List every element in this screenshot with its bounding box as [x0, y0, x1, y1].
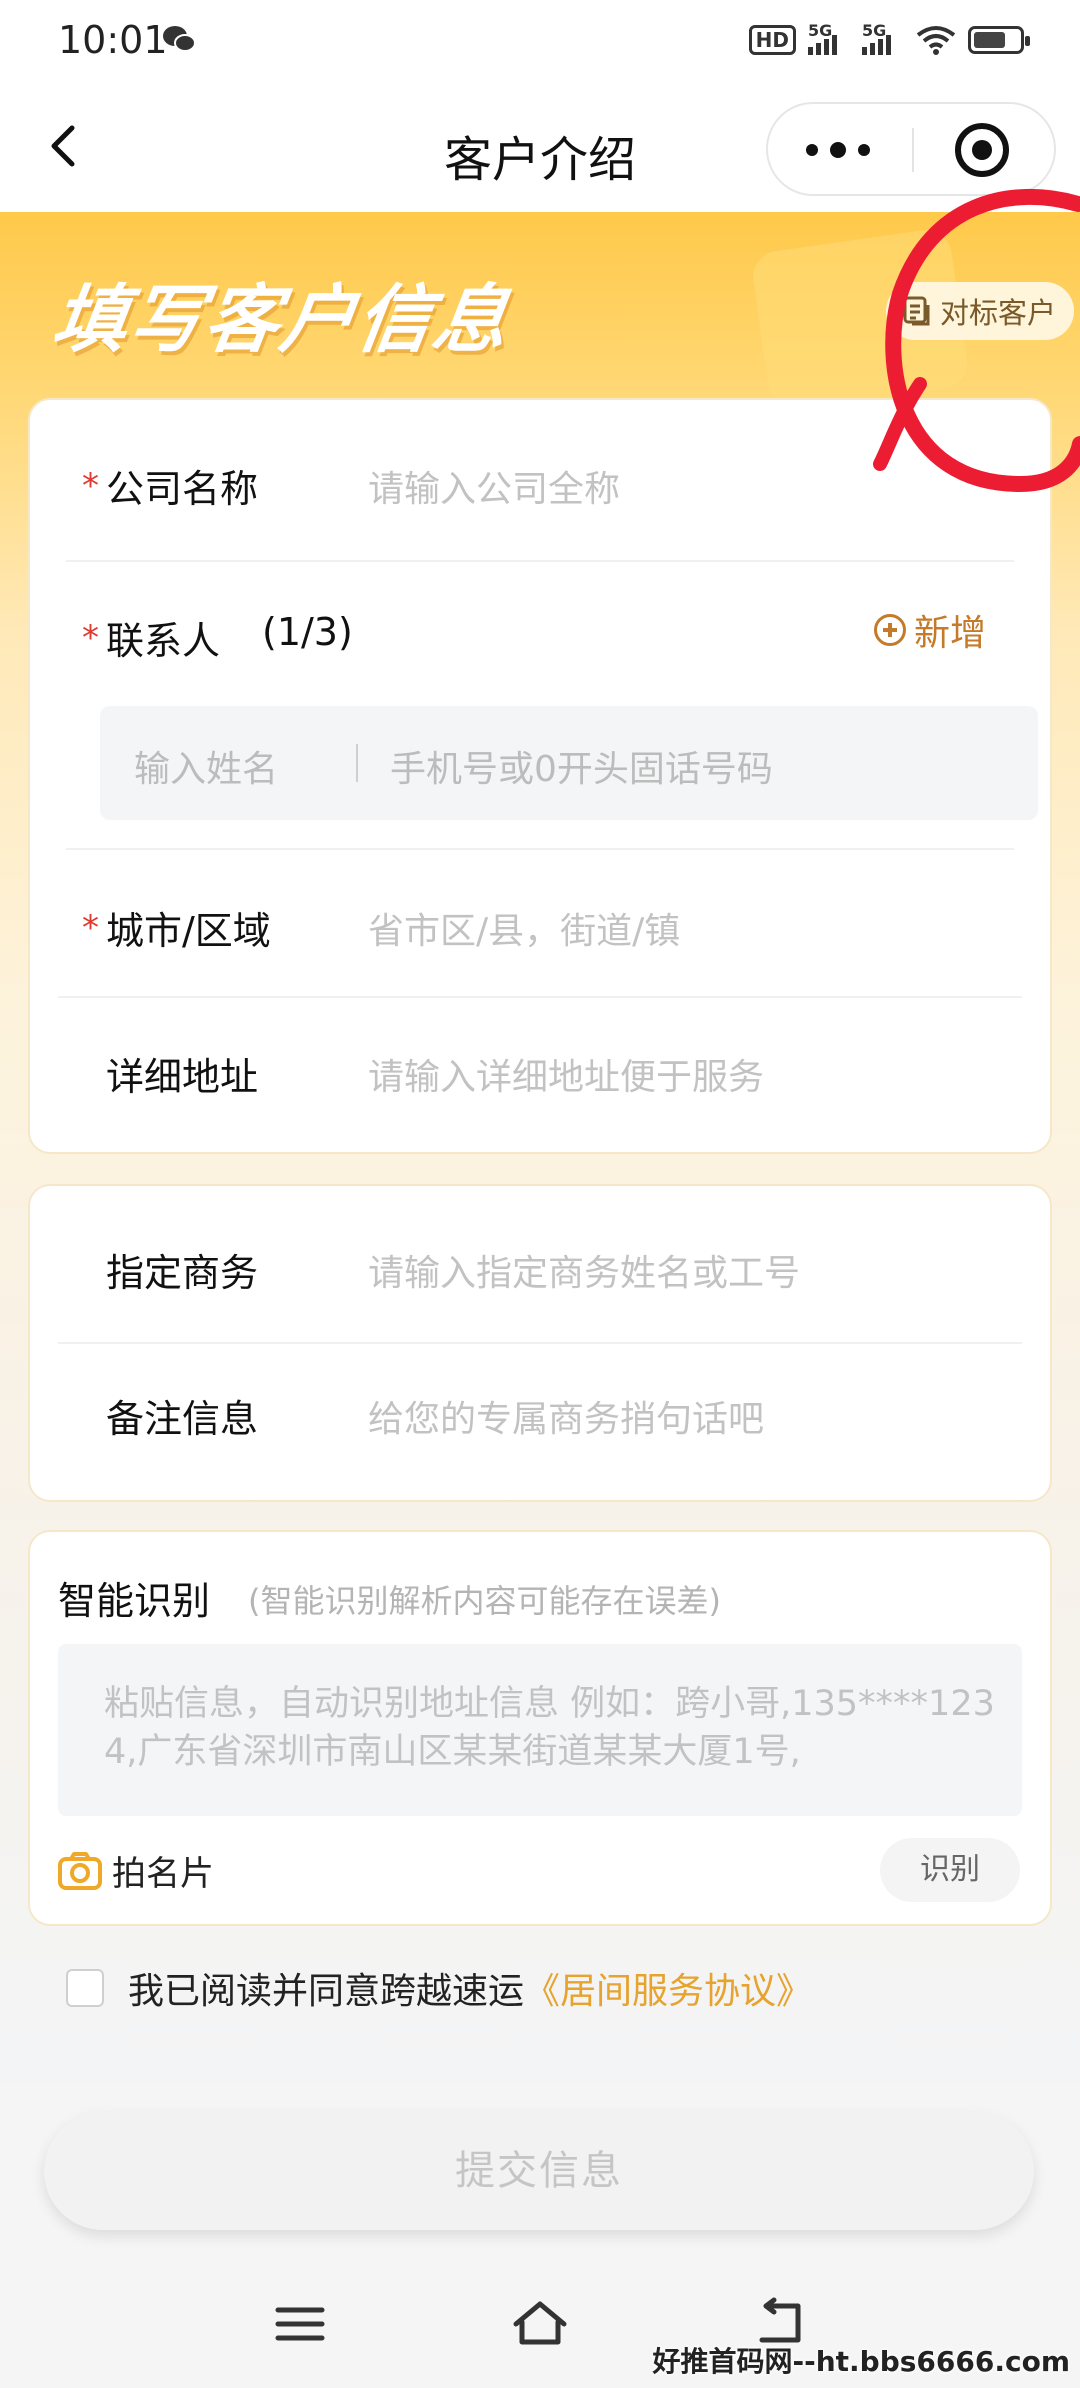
hd-badge: HD	[748, 25, 796, 55]
bottom-bar: 提交信息	[0, 2082, 1080, 2262]
status-icons: HD 5G 5G	[748, 20, 1030, 60]
scan-business-card-label: 拍名片	[112, 1854, 214, 1894]
submit-button[interactable]: 提交信息	[44, 2112, 1034, 2230]
address-input[interactable]: 请输入详细地址便于服务	[368, 1048, 764, 1100]
mini-program-capsule	[766, 102, 1056, 196]
business-row[interactable]: 指定商务 请输入指定商务姓名或工号	[30, 1186, 1054, 1342]
battery-icon	[968, 26, 1030, 54]
agreement-text-wrap: 我已阅读并同意跨越速运《居间服务协议》	[128, 1962, 812, 2014]
contact-input-divider	[356, 744, 358, 782]
contact-input-box: 输入姓名 手机号或0开头固话号码	[100, 706, 1038, 820]
business-input[interactable]: 请输入指定商务姓名或工号	[368, 1244, 800, 1296]
company-label: 公司名称	[106, 467, 259, 511]
company-input[interactable]: 请输入公司全称	[368, 460, 620, 512]
menu-icon[interactable]	[272, 2296, 328, 2352]
city-row[interactable]: * 城市/区域 省市区/县，街道/镇	[30, 850, 1054, 996]
network-label: 5G	[862, 21, 887, 40]
business-card: 指定商务 请输入指定商务姓名或工号 备注信息 给您的专属商务捎句话吧	[28, 1184, 1052, 1502]
close-target-icon[interactable]	[914, 104, 1058, 194]
remark-label: 备注信息	[106, 1397, 259, 1441]
add-contact-label: 新增	[913, 613, 986, 654]
battery-level	[974, 32, 1005, 48]
add-contact-button[interactable]: 新增	[873, 604, 986, 656]
smart-recognition-hint: (智能识别解析内容可能存在误差)	[248, 1582, 721, 1620]
plus-circle-icon	[873, 614, 906, 646]
required-mark: *	[82, 466, 99, 506]
city-label: 城市/区域	[106, 909, 271, 953]
contact-label: 联系人	[106, 619, 221, 663]
banner-title: 填写客户信息	[47, 277, 516, 363]
address-label: 详细地址	[106, 1055, 259, 1099]
business-label: 指定商务	[106, 1251, 259, 1295]
status-time: 10:01	[58, 18, 168, 62]
contact-phone-input[interactable]: 手机号或0开头固话号码	[390, 740, 773, 792]
city-input[interactable]: 省市区/县，街道/镇	[368, 902, 680, 954]
recognize-button[interactable]: 识别	[880, 1838, 1020, 1902]
watermark: 好推首码网--ht.bbs6666.com	[652, 2345, 1070, 2378]
smart-recognition-title: 智能识别	[58, 1579, 211, 1623]
screen: 10:01 HD 5G 5G 客户介绍 填写客户信息 对标客户 * 公司名称 请…	[0, 0, 1080, 2388]
signal-icon: 5G	[862, 21, 904, 55]
contact-count: (1/3)	[262, 610, 353, 654]
required-mark: *	[82, 618, 99, 658]
agreement-link[interactable]: 《居间服务协议》	[524, 1971, 812, 2012]
paste-textarea[interactable]: 粘贴信息，自动识别地址信息 例如：跨小哥,135****1234,广东省深圳市南…	[58, 1644, 1022, 1816]
remark-input[interactable]: 给您的专属商务捎句话吧	[368, 1390, 764, 1442]
wifi-icon	[916, 26, 956, 55]
signal-icon: 5G	[808, 21, 850, 55]
more-icon[interactable]	[768, 104, 912, 194]
agreement-text: 我已阅读并同意跨越速运	[128, 1971, 525, 2012]
scan-business-card-button[interactable]: 拍名片	[58, 1846, 214, 1895]
annotation-circle	[873, 188, 1080, 493]
required-mark: *	[82, 908, 99, 948]
camera-icon	[58, 1851, 102, 1890]
status-bar: 10:01 HD 5G 5G	[0, 0, 1080, 84]
network-label: 5G	[808, 21, 833, 40]
agreement-row: 我已阅读并同意跨越速运《居间服务协议》	[66, 1962, 812, 2014]
contact-name-input[interactable]: 输入姓名	[134, 740, 278, 792]
home-icon[interactable]	[512, 2296, 568, 2352]
paste-placeholder: 粘贴信息，自动识别地址信息 例如：跨小哥,135****1234,广东省深圳市南…	[104, 1684, 995, 1772]
address-row[interactable]: 详细地址 请输入详细地址便于服务	[30, 998, 1054, 1148]
smart-recognition-card: 智能识别 (智能识别解析内容可能存在误差) 粘贴信息，自动识别地址信息 例如：跨…	[28, 1530, 1052, 1926]
wechat-icon	[163, 26, 196, 52]
agreement-checkbox[interactable]	[66, 1969, 104, 2007]
system-nav-bar: 好推首码网--ht.bbs6666.com	[0, 2262, 1080, 2388]
remark-row[interactable]: 备注信息 给您的专属商务捎句话吧	[30, 1344, 1054, 1500]
